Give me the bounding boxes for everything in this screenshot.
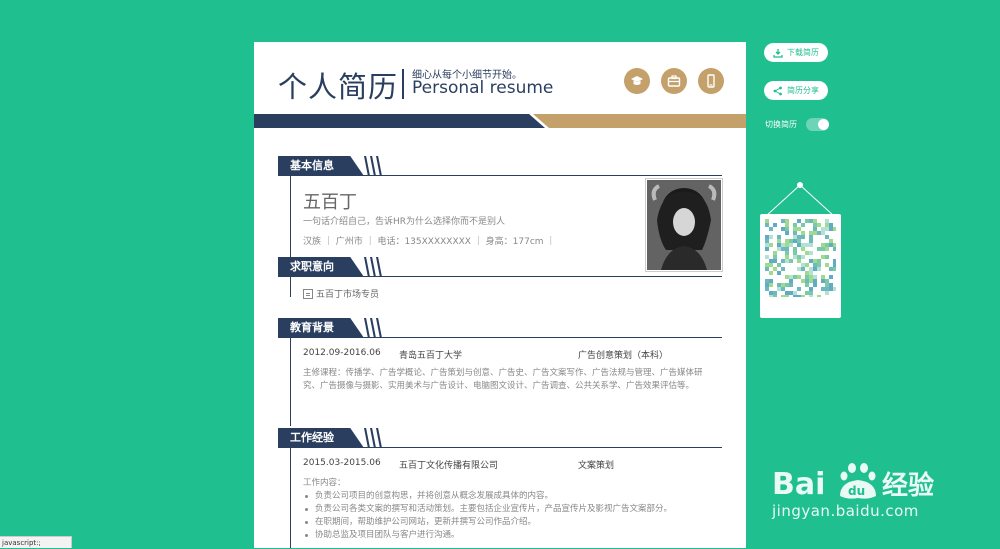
list-item: 负责公司各类文案的撰写和活动策划。主要包括企业宣传片，产品宣传片及影视广告文案部… — [303, 503, 713, 516]
switch-resume-toggle[interactable] — [806, 118, 829, 131]
section-title: 教育背景 — [278, 318, 364, 338]
share-resume-button[interactable]: 简历分享 — [764, 81, 828, 100]
list-item: 负责公司项目的创意构思，并将创意从概念发展成具体的内容。 — [303, 490, 713, 503]
phone-icon[interactable] — [698, 68, 724, 94]
download-resume-button[interactable]: 下载简历 — [764, 43, 828, 62]
list-item: 在职期间，帮助维护公司网站，更新并撰写公司作品介绍。 — [303, 516, 713, 529]
education-period: 2012.09-2016.06 — [303, 348, 381, 358]
section-rail — [290, 176, 291, 258]
status-bar: javascript:; — [0, 536, 72, 548]
resume-subtitle: Personal resume — [412, 78, 554, 98]
section-rail — [290, 338, 291, 426]
education-major: 广告创意策划（本科） — [578, 351, 669, 361]
header-band — [254, 114, 746, 128]
profile-photo — [645, 178, 723, 272]
document-icon — [303, 288, 313, 299]
education-school: 青岛五百丁大学 — [399, 351, 463, 361]
download-icon — [773, 48, 783, 58]
resume-title: 个人简历 — [278, 70, 399, 104]
switch-resume-label: 切换简历 — [765, 120, 797, 129]
section-rail — [290, 448, 291, 548]
qr-code-image — [765, 219, 836, 297]
briefcase-icon[interactable] — [661, 68, 687, 94]
svg-text:du: du — [848, 484, 865, 498]
work-bullets: 负责公司项目的创意构思，并将创意从概念发展成具体的内容。 负责公司各类文案的撰写… — [303, 490, 713, 542]
section-title: 工作经验 — [278, 428, 364, 448]
baidu-logo: Bai du 经验 — [772, 463, 934, 502]
share-icon — [773, 86, 782, 95]
work-company: 五百丁文化传播有限公司 — [399, 461, 499, 471]
section-rail — [290, 277, 291, 297]
education-courses: 主修课程：传播学、广告学概论、广告策划与创意、广告史、广告文案写作、广告法规与管… — [303, 368, 703, 391]
list-item: 协助总监及项目团队与客户进行沟通。 — [303, 529, 713, 542]
title-divider — [402, 69, 404, 99]
share-label: 简历分享 — [787, 86, 819, 95]
work-period: 2015.03-2015.06 — [303, 458, 381, 468]
resume-name: 五百丁 — [303, 192, 357, 213]
section-title: 基本信息 — [278, 156, 364, 176]
intent-item: 五百丁市场专员 — [303, 287, 379, 300]
svg-text:经验: 经验 — [882, 470, 934, 501]
work-content-label: 工作内容： — [303, 478, 346, 488]
work-role: 文案策划 — [578, 461, 615, 471]
section-title: 求职意向 — [278, 257, 364, 277]
intent-value: 五百丁市场专员 — [316, 290, 380, 300]
resume-info: 汉族 ｜ 广州市 ｜ 电话：135XXXXXXXX ｜ 身高：177cm ｜ — [303, 237, 556, 247]
qr-code-card[interactable] — [760, 214, 841, 318]
graduation-cap-icon[interactable] — [624, 68, 650, 94]
watermark-url: jingyan.baidu.com — [772, 502, 919, 520]
resume-motto: 一句话介绍自己，告诉HR为什么选择你而不是别人 — [303, 217, 506, 227]
download-label: 下载简历 — [787, 48, 819, 57]
resume-card: 个人简历 细心从每个小细节开始。 Personal resume 基本信息 五百… — [254, 42, 746, 548]
svg-text:Bai: Bai — [772, 467, 825, 502]
